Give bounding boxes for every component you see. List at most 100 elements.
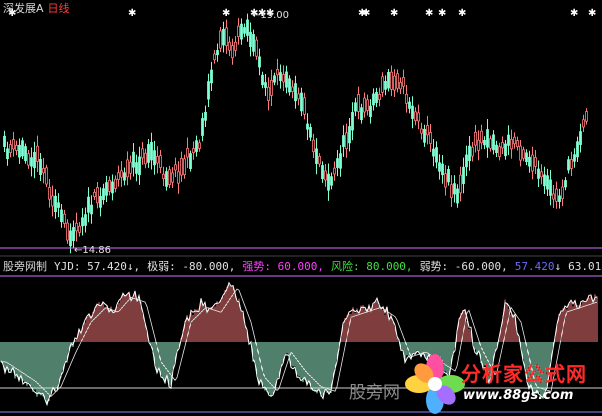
candle-body [459, 174, 462, 194]
candle-body [33, 151, 36, 169]
candle-body [465, 154, 468, 168]
candle-body [348, 126, 351, 144]
candle-body [234, 41, 237, 51]
candle-body [66, 222, 69, 241]
candle-body [486, 129, 489, 148]
candle-body [210, 69, 213, 84]
candle-body [519, 145, 522, 161]
candle-body [45, 167, 48, 185]
stock-chart-window: ✱ ✱ ✱ ✱ ✱ ✱ ✱ ✱ ✱ ✱ ✱ ✱ ✱ ✱ 深发展A 日线 ←19.00 ←14.86 股旁网制… [0, 0, 602, 416]
yjd-value: YJD: 57.420 [54, 260, 127, 273]
candle-body [75, 222, 78, 232]
candle-body [456, 188, 459, 204]
period-label: 日线 [47, 2, 70, 15]
candle-body [15, 144, 18, 151]
candle-body [231, 45, 234, 59]
candle-body [372, 93, 375, 106]
candle-body [333, 167, 336, 175]
stock-name: 深发展 [3, 2, 36, 15]
candle-body [375, 92, 378, 103]
candle-body [147, 144, 150, 163]
candle-body [414, 111, 417, 122]
candle-body [381, 76, 384, 93]
candle-body [165, 171, 168, 187]
candle-body [264, 82, 267, 88]
candle-body [363, 97, 366, 113]
candle-body [396, 73, 399, 89]
candle-body [138, 156, 141, 176]
candle-body [120, 170, 123, 178]
candle-body [474, 131, 477, 146]
candle-body [546, 175, 549, 190]
candle-body [480, 130, 483, 144]
candle-body [435, 147, 438, 163]
candle-body [360, 107, 363, 121]
candle-body [462, 166, 465, 184]
candle-body [114, 178, 117, 189]
candle-body [285, 71, 288, 88]
candle-body [444, 173, 447, 188]
candle-body [60, 209, 63, 223]
candle-body [387, 72, 390, 89]
candle-body [303, 97, 306, 115]
weakness-value: 弱势: -60.000, [419, 260, 508, 273]
candle-body [327, 173, 330, 191]
candle-body [105, 182, 108, 196]
candle-body [39, 158, 42, 176]
candle-body [21, 140, 24, 157]
candle-body [483, 139, 486, 146]
signal-marker-icon: ✱ [458, 8, 466, 19]
candle-body [564, 180, 567, 188]
candle-body [270, 79, 273, 96]
candle-body [405, 93, 408, 104]
candle-body [411, 105, 414, 119]
candle-body [495, 144, 498, 154]
candle-body [570, 159, 573, 169]
candle-body [222, 28, 225, 46]
blue-arrow: ↓ [554, 260, 562, 273]
candle-body [438, 162, 441, 172]
candle-body [321, 165, 324, 180]
candle-body [282, 74, 285, 83]
candle-body [567, 159, 570, 171]
adjust-flag: A [36, 2, 44, 15]
candle-body [87, 196, 90, 213]
candle-body [159, 155, 162, 168]
candle-body [468, 145, 471, 162]
candle-body [54, 195, 57, 213]
candle-body [51, 195, 54, 207]
candle-body [228, 41, 231, 51]
candle-body [510, 138, 513, 150]
candle-body [426, 125, 429, 136]
candle-body [3, 135, 6, 147]
candle-body [78, 225, 81, 233]
candle-body [339, 153, 342, 169]
candle-body [243, 27, 246, 34]
candle-body [273, 75, 276, 83]
candle-body [192, 148, 195, 154]
candle-body [318, 155, 321, 165]
candle-body [543, 174, 546, 187]
candle-body [504, 143, 507, 157]
candle-body [93, 191, 96, 198]
candle-body [390, 71, 393, 90]
candle-body [240, 23, 243, 40]
signal-marker-icon: ✱ [425, 8, 433, 19]
candle-body [27, 153, 30, 166]
candle-body [528, 156, 531, 167]
candle-body [18, 144, 21, 158]
candle-body [291, 86, 294, 92]
indicator-name: 股旁网制 [3, 260, 47, 273]
candle-body [132, 151, 135, 168]
candle-body [330, 176, 333, 186]
candle-body [345, 132, 348, 150]
candle-body [57, 202, 60, 208]
candle-body [336, 158, 339, 168]
signal-marker-icon: ✱ [128, 8, 136, 19]
candle-body [111, 181, 114, 194]
signal-marker-icon: ✱ [570, 8, 578, 19]
candle-body [354, 102, 357, 112]
candle-body [585, 111, 588, 122]
candle-body [117, 172, 120, 180]
candle-body [477, 139, 480, 151]
